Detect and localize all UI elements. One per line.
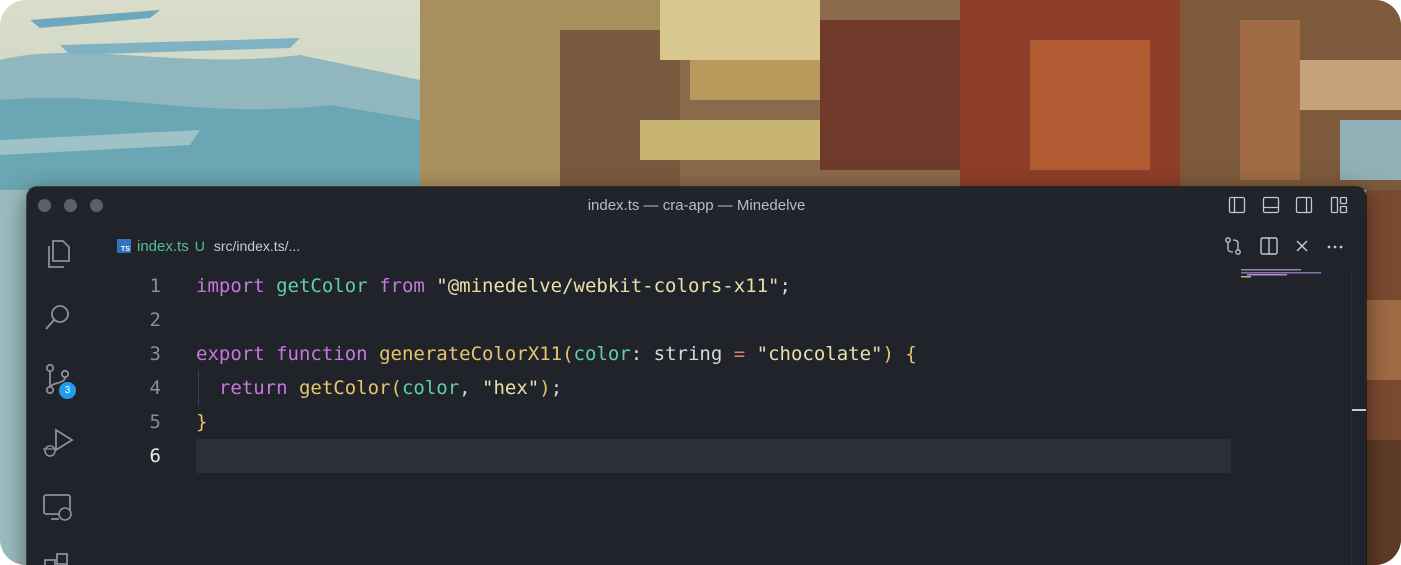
code-text: }	[196, 405, 207, 439]
open-changes-icon[interactable]	[1223, 236, 1243, 256]
line-number: 1	[149, 275, 161, 297]
code-token: import	[196, 275, 265, 297]
editor-tab-bar: TS index.ts U src/index.ts/...	[89, 223, 1366, 269]
toggle-panel-icon[interactable]	[1262, 196, 1280, 214]
code-token: (	[562, 343, 574, 365]
toggle-secondary-sidebar-icon[interactable]	[1295, 196, 1313, 214]
code-token: )	[539, 377, 551, 399]
line-number: 6	[149, 445, 161, 467]
code-line[interactable]: 6	[89, 439, 1231, 473]
vertical-scrollbar[interactable]	[1351, 269, 1366, 565]
search-icon[interactable]	[41, 300, 75, 334]
run-and-debug-icon[interactable]	[41, 425, 75, 459]
code-token: color	[573, 343, 631, 365]
code-token: generateColorX11	[379, 343, 563, 365]
screenshot-frame: index.ts — cra-app — Minedelve 3 TS inde…	[0, 0, 1401, 565]
code-token: ;	[779, 275, 791, 297]
typescript-file-icon: TS	[117, 239, 131, 253]
extensions-icon[interactable]	[41, 550, 75, 565]
code-line[interactable]: 5}	[89, 405, 1231, 439]
code-token: return	[218, 377, 288, 399]
line-number: 3	[149, 343, 161, 365]
tab-file-name: index.ts	[137, 237, 189, 255]
line-number: 4	[149, 377, 161, 399]
code-line[interactable]: 1 import getColor from "@minedelve/webkit…	[89, 269, 1231, 303]
editor-window: index.ts — cra-app — Minedelve 3 TS inde…	[27, 187, 1366, 565]
explorer-files-icon[interactable]	[41, 237, 75, 271]
line-number: 2	[149, 309, 161, 331]
code-line[interactable]: 2	[89, 303, 1231, 337]
code-token: {	[905, 343, 917, 365]
code-text: import getColor from "@minedelve/webkit-…	[196, 269, 791, 303]
minimap[interactable]	[1237, 269, 1347, 289]
tab-index-ts[interactable]: TS index.ts U src/index.ts/...	[117, 236, 300, 256]
line-number: 5	[149, 411, 161, 433]
code-text: export function generateColorX11(color: …	[196, 337, 917, 371]
close-tab-icon[interactable]	[1292, 236, 1312, 256]
title-bar: index.ts — cra-app — Minedelve	[27, 187, 1366, 223]
code-token: getColor	[298, 377, 391, 399]
code-token: getColor	[276, 275, 368, 297]
code-editor[interactable]: 1 import getColor from "@minedelve/webkit…	[89, 269, 1366, 565]
code-token: ;	[550, 377, 563, 399]
scrollbar-cursor-marker	[1352, 409, 1366, 411]
code-line[interactable]: 3 export function generateColorX11(color:…	[89, 337, 1231, 371]
code-line[interactable]: 4 return getColor(color, "hex");	[89, 371, 1231, 405]
code-token: (	[390, 377, 402, 399]
code-token: )	[882, 343, 894, 365]
code-token: "chocolate"	[756, 343, 883, 365]
code-token: color	[401, 377, 460, 399]
activity-bar: 3	[27, 223, 89, 565]
code-token: "@minedelve/webkit-colors-x11"	[436, 275, 780, 297]
code-token: function	[276, 343, 368, 365]
code-token: }	[196, 411, 208, 433]
code-token: =	[733, 343, 746, 365]
code-token: :	[630, 343, 654, 365]
tab-git-status: U	[194, 238, 205, 254]
code-text: return getColor(color, "hex");	[196, 371, 562, 405]
tab-file-path: src/index.ts/...	[213, 238, 301, 254]
code-token: export	[196, 343, 265, 365]
code-token: ,	[459, 377, 483, 399]
code-token: string	[653, 343, 723, 365]
source-control-badge: 3	[59, 382, 76, 399]
window-title: index.ts — cra-app — Minedelve	[587, 197, 806, 214]
code-token: "hex"	[482, 377, 540, 399]
customize-layout-icon[interactable]	[1330, 196, 1348, 214]
more-actions-icon[interactable]	[1325, 236, 1345, 256]
remote-explorer-icon[interactable]	[41, 490, 75, 524]
code-token: from	[379, 275, 425, 297]
split-editor-icon[interactable]	[1259, 236, 1279, 256]
toggle-primary-sidebar-icon[interactable]	[1228, 196, 1246, 214]
